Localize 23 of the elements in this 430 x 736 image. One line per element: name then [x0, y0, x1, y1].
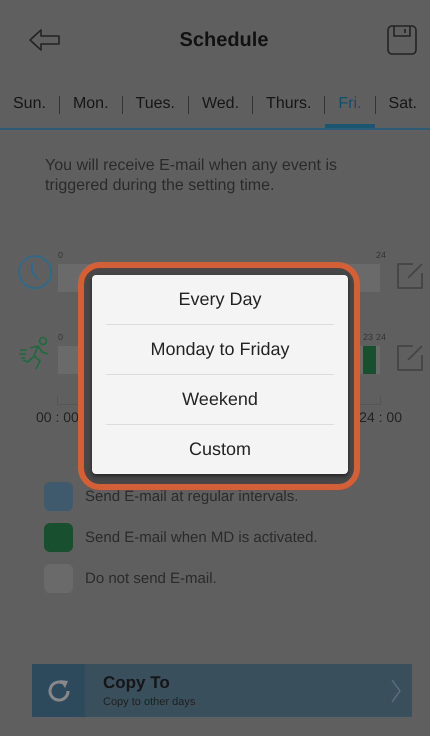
axis-end-label: 24 : 00	[359, 409, 402, 425]
day-tab[interactable]: Sun.	[0, 80, 59, 128]
day-tab[interactable]: Tues.	[122, 80, 188, 128]
screen-title: Schedule	[180, 28, 268, 52]
day-tab[interactable]: Sat.	[376, 80, 430, 128]
dialog-option[interactable]: Custom	[106, 424, 334, 474]
copy-to-button[interactable]: Copy To Copy to other days	[32, 664, 412, 717]
clock-icon	[17, 254, 53, 290]
axis-start-label: 00 : 00	[36, 409, 79, 425]
dialog-option[interactable]: Every Day	[106, 275, 334, 324]
dialog-option[interactable]: Weekend	[106, 374, 334, 424]
copy-to-title: Copy To	[103, 673, 171, 693]
copy-to-subtitle: Copy to other days	[103, 696, 196, 708]
dialog-option[interactable]: Monday to Friday	[106, 324, 334, 374]
day-tab[interactable]: Wed.	[188, 80, 252, 128]
back-arrow-icon[interactable]	[28, 28, 62, 52]
chevron-right-icon	[390, 678, 402, 704]
day-tab[interactable]: Mon.	[60, 80, 122, 128]
edit-icon[interactable]	[396, 262, 424, 290]
save-icon[interactable]	[386, 24, 418, 56]
day-tab[interactable]: Thurs.	[253, 80, 324, 128]
edit-icon[interactable]	[396, 344, 424, 372]
refresh-icon	[46, 678, 72, 704]
